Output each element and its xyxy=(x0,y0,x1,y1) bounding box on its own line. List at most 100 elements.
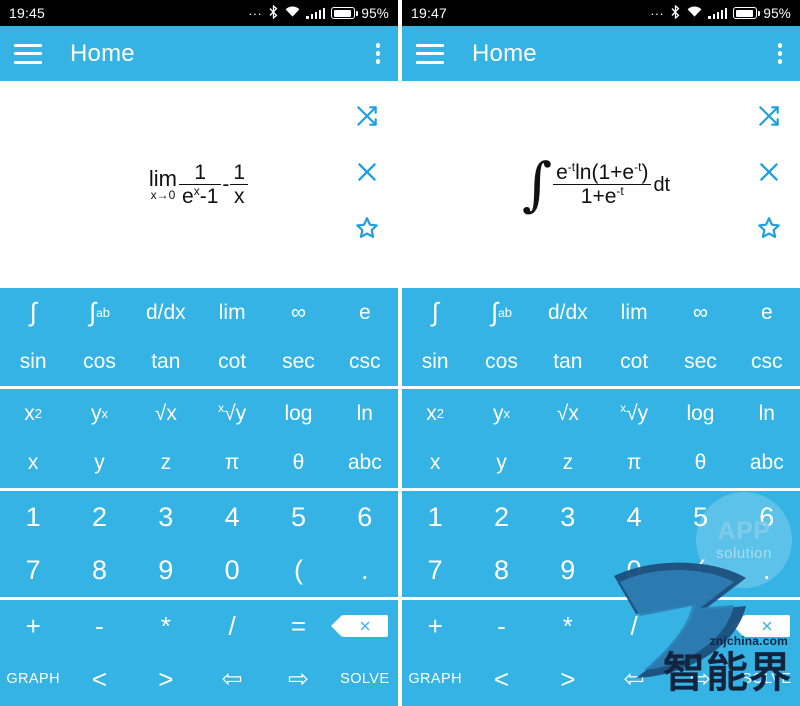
key-9[interactable]: 9 xyxy=(133,544,199,597)
key-tan[interactable]: tan xyxy=(535,337,601,386)
key-less-than[interactable]: < xyxy=(468,653,534,706)
key-cursor-right[interactable]: ⇨ xyxy=(667,653,733,706)
key-ln[interactable]: ln xyxy=(734,389,800,438)
key-pi[interactable]: π xyxy=(199,438,265,487)
key-derivative[interactable]: d/dx xyxy=(133,288,199,337)
key-sin[interactable]: sin xyxy=(402,337,468,386)
key-definite-integral[interactable]: ∫ a b xyxy=(468,288,534,337)
key-derivative[interactable]: d/dx xyxy=(535,288,601,337)
key-6[interactable]: 6 xyxy=(332,491,398,544)
key-sqrt-x[interactable]: √x xyxy=(133,389,199,438)
key-4[interactable]: 4 xyxy=(199,491,265,544)
key-multiply[interactable]: * xyxy=(133,600,199,653)
key-open-paren[interactable]: ( xyxy=(265,544,331,597)
key-sec[interactable]: sec xyxy=(265,337,331,386)
key-e[interactable]: e xyxy=(734,288,800,337)
key-divide[interactable]: / xyxy=(199,600,265,653)
key-divide[interactable]: / xyxy=(601,600,667,653)
key-abc[interactable]: abc xyxy=(332,438,398,487)
key-2[interactable]: 2 xyxy=(468,491,534,544)
key-theta[interactable]: θ xyxy=(667,438,733,487)
key-cursor-left[interactable]: ⇦ xyxy=(199,653,265,706)
expression-area[interactable]: lim x→0 1 ex-1 - 1 x xyxy=(0,81,398,288)
key-equals[interactable]: = xyxy=(265,600,331,653)
key-infinity[interactable]: ∞ xyxy=(265,288,331,337)
key-backspace[interactable] xyxy=(732,600,800,653)
key-x[interactable]: x xyxy=(402,438,468,487)
star-icon[interactable] xyxy=(756,215,782,241)
key-integral[interactable]: ∫ xyxy=(0,288,66,337)
expression-area[interactable]: ∫ e-tln(1+e-t) 1+e-t dt xyxy=(402,81,800,288)
key-3[interactable]: 3 xyxy=(535,491,601,544)
key-greater-than[interactable]: > xyxy=(133,653,199,706)
key-less-than[interactable]: < xyxy=(66,653,132,706)
key-3[interactable]: 3 xyxy=(133,491,199,544)
key-graph[interactable]: GRAPH xyxy=(0,653,66,706)
key-limit[interactable]: lim xyxy=(601,288,667,337)
key-z[interactable]: z xyxy=(133,438,199,487)
key-abc[interactable]: abc xyxy=(734,438,800,487)
key-limit[interactable]: lim xyxy=(199,288,265,337)
key-x-squared[interactable]: x2 xyxy=(0,389,66,438)
hamburger-menu-icon[interactable] xyxy=(416,43,444,64)
key-pi[interactable]: π xyxy=(601,438,667,487)
key-nth-root[interactable]: x √y xyxy=(601,389,667,438)
key-minus[interactable]: - xyxy=(468,600,534,653)
shuffle-icon[interactable] xyxy=(354,103,380,129)
key-multiply[interactable]: * xyxy=(535,600,601,653)
key-0[interactable]: 0 xyxy=(199,544,265,597)
key-2[interactable]: 2 xyxy=(66,491,132,544)
key-equals[interactable]: = xyxy=(667,600,733,653)
key-y-to-x[interactable]: yx xyxy=(468,389,534,438)
key-integral[interactable]: ∫ xyxy=(402,288,468,337)
key-z[interactable]: z xyxy=(535,438,601,487)
key-4[interactable]: 4 xyxy=(601,491,667,544)
key-8[interactable]: 8 xyxy=(66,544,132,597)
close-icon[interactable] xyxy=(756,159,782,185)
key-y-to-x[interactable]: yx xyxy=(66,389,132,438)
key-7[interactable]: 7 xyxy=(402,544,468,597)
key-solve[interactable]: SOLVE xyxy=(734,653,800,706)
key-1[interactable]: 1 xyxy=(402,491,468,544)
overflow-menu-icon[interactable] xyxy=(774,39,787,68)
key-log[interactable]: log xyxy=(265,389,331,438)
key-nth-root[interactable]: x √y xyxy=(199,389,265,438)
key-7[interactable]: 7 xyxy=(0,544,66,597)
key-theta[interactable]: θ xyxy=(265,438,331,487)
key-cos[interactable]: cos xyxy=(468,337,534,386)
key-e[interactable]: e xyxy=(332,288,398,337)
key-cursor-right[interactable]: ⇨ xyxy=(265,653,331,706)
key-6[interactable]: 6 xyxy=(734,491,800,544)
key-solve[interactable]: SOLVE xyxy=(332,653,398,706)
key-0[interactable]: 0 xyxy=(601,544,667,597)
key-cot[interactable]: cot xyxy=(601,337,667,386)
key-ln[interactable]: ln xyxy=(332,389,398,438)
key-infinity[interactable]: ∞ xyxy=(667,288,733,337)
key-decimal-point[interactable]: . xyxy=(734,544,800,597)
key-open-paren[interactable]: ( xyxy=(667,544,733,597)
key-tan[interactable]: tan xyxy=(133,337,199,386)
key-graph[interactable]: GRAPH xyxy=(402,653,468,706)
overflow-menu-icon[interactable] xyxy=(372,39,385,68)
key-9[interactable]: 9 xyxy=(535,544,601,597)
close-icon[interactable] xyxy=(354,159,380,185)
key-greater-than[interactable]: > xyxy=(535,653,601,706)
key-plus[interactable]: + xyxy=(402,600,468,653)
key-sqrt-x[interactable]: √x xyxy=(535,389,601,438)
star-icon[interactable] xyxy=(354,215,380,241)
key-1[interactable]: 1 xyxy=(0,491,66,544)
key-log[interactable]: log xyxy=(667,389,733,438)
key-minus[interactable]: - xyxy=(66,600,132,653)
key-5[interactable]: 5 xyxy=(265,491,331,544)
key-sec[interactable]: sec xyxy=(667,337,733,386)
key-cursor-left[interactable]: ⇦ xyxy=(601,653,667,706)
key-csc[interactable]: csc xyxy=(332,337,398,386)
key-decimal-point[interactable]: . xyxy=(332,544,398,597)
key-y[interactable]: y xyxy=(468,438,534,487)
key-definite-integral[interactable]: ∫ a b xyxy=(66,288,132,337)
key-csc[interactable]: csc xyxy=(734,337,800,386)
key-plus[interactable]: + xyxy=(0,600,66,653)
key-cot[interactable]: cot xyxy=(199,337,265,386)
key-8[interactable]: 8 xyxy=(468,544,534,597)
shuffle-icon[interactable] xyxy=(756,103,782,129)
